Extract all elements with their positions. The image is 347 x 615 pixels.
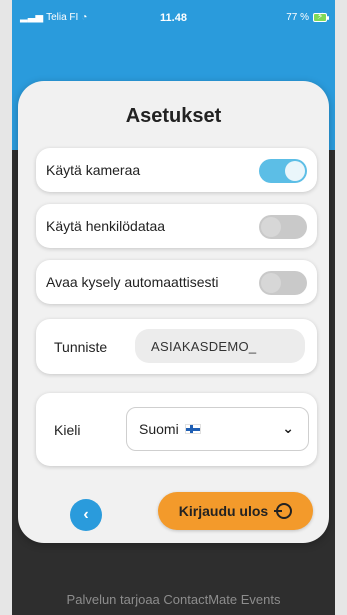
toggle-row-auto-survey: Avaa kysely automaattisesti (36, 260, 317, 304)
identifier-block: Tunniste ASIAKASDEMO_ (36, 319, 317, 374)
personal-data-toggle[interactable] (259, 215, 307, 239)
language-label: Kieli (54, 422, 81, 438)
settings-card: Asetukset Käytä kameraa Käytä henkilödat… (18, 81, 329, 543)
language-selected: Suomi (139, 421, 179, 437)
page-title: Asetukset (125, 105, 222, 127)
language-select[interactable]: Suomi ⌄ (126, 407, 309, 451)
identifier-input[interactable]: ASIAKASDEMO_ (135, 329, 305, 363)
finland-flag-icon (184, 424, 201, 434)
toggle-label-personal-data: Käytä henkilödataa (46, 218, 166, 234)
chevron-down-icon: ⌄ (282, 420, 294, 436)
wifi-icon: ◔ (81, 12, 88, 23)
footer-text: Palvelun tarjoaa ContactMate Events (66, 592, 281, 607)
status-bar: ▂▃▅ Telia FI ◔ 11.48 77 % ⚡ (12, 0, 335, 34)
status-left: ▂▃▅ Telia FI ◔ (20, 12, 87, 23)
signal-icon: ▂▃▅ (20, 12, 44, 23)
toggle-knob (285, 161, 305, 181)
toggle-row-personal-data: Käytä henkilödataa (36, 204, 317, 248)
toggle-knob (261, 217, 281, 237)
back-button[interactable]: ‹ (70, 499, 102, 531)
status-right: 77 % ⚡ (286, 11, 329, 23)
auto-survey-toggle[interactable] (259, 271, 307, 295)
logout-icon (274, 503, 293, 519)
carrier-name: Telia FI (46, 12, 79, 23)
camera-toggle[interactable] (259, 159, 307, 183)
left-edge (0, 0, 12, 615)
toggle-knob (261, 273, 281, 293)
toggle-row-camera: Käytä kameraa (36, 148, 317, 192)
toggle-label-camera: Käytä kameraa (46, 162, 141, 178)
battery-percent: 77 % (286, 12, 309, 23)
toggle-label-auto-survey: Avaa kysely automaattisesti (46, 274, 219, 290)
right-edge (335, 0, 347, 615)
app-screen: ▂▃▅ Telia FI ◔ 11.48 77 % ⚡ Asetukset Kä… (12, 0, 335, 615)
language-block: Kieli Suomi ⌄ (36, 393, 317, 466)
battery-icon: ⚡ (313, 11, 329, 22)
logout-label: Kirjaudu ulos (178, 503, 269, 519)
identifier-label: Tunniste (54, 339, 108, 355)
logout-button[interactable]: Kirjaudu ulos (158, 492, 313, 530)
